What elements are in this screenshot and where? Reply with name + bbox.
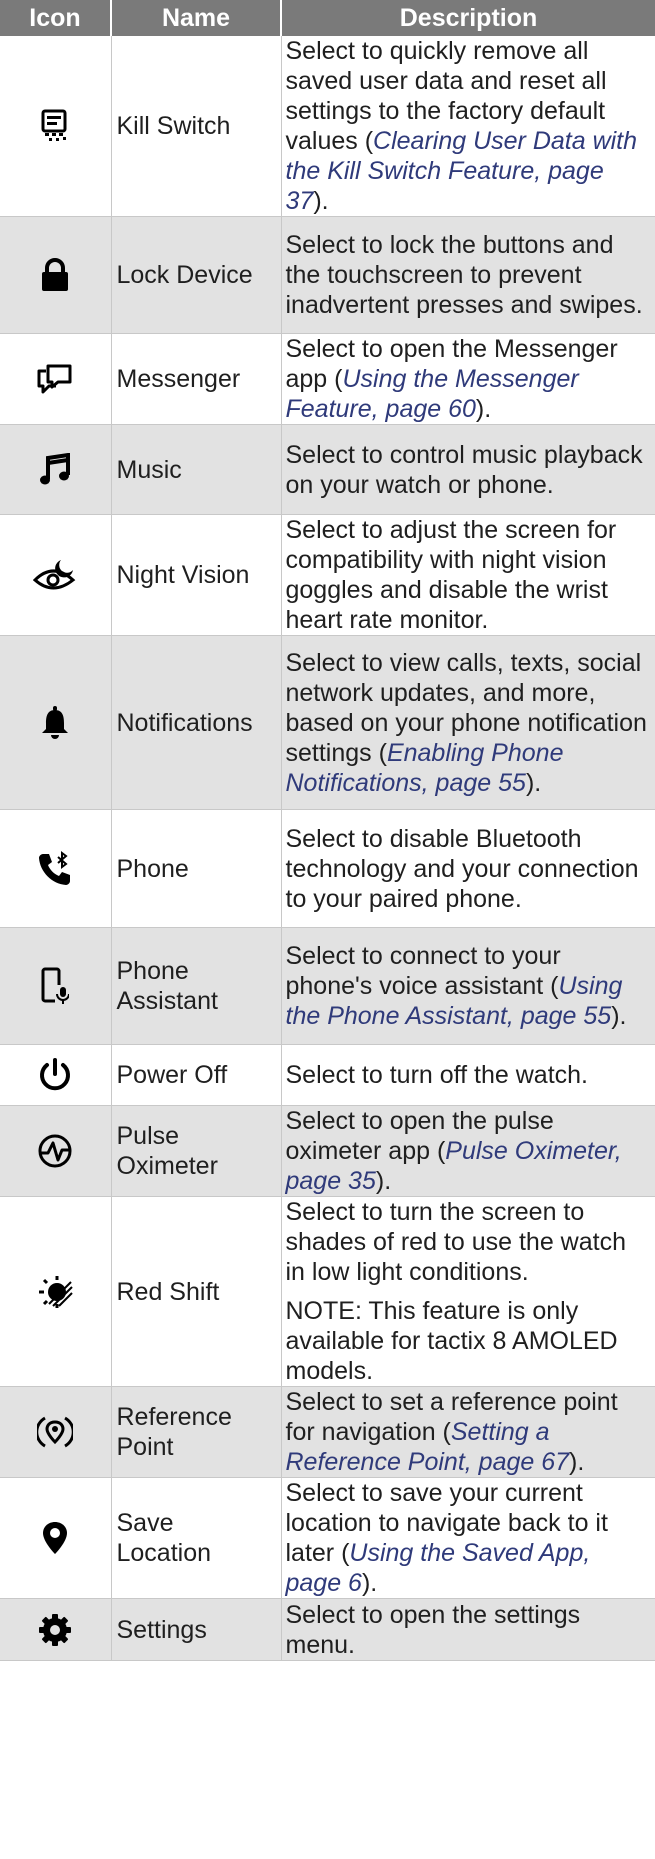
row-name: Phone Assistant: [111, 927, 282, 1045]
row-description: Select to adjust the screen for compatib…: [281, 514, 655, 636]
row-name: Pulse Oximeter: [111, 1105, 282, 1197]
pulse-oximeter-icon: [38, 1134, 72, 1168]
kill-switch-icon: [41, 109, 67, 141]
row-description: Select to open the Messenger app (Using …: [281, 333, 655, 425]
row-description: Select to open the settings menu.: [281, 1598, 655, 1661]
row-description: Select to open the pulse oximeter app (P…: [281, 1105, 655, 1197]
row-description: Select to connect to your phone's voice …: [281, 927, 655, 1045]
table-row: Red Shift Select to turn the screen to s…: [0, 1196, 655, 1387]
row-name: Music: [111, 424, 282, 515]
row-description: Select to save your current location to …: [281, 1477, 655, 1599]
controls-table: Icon Name Description Kill Switch Select…: [0, 0, 655, 1661]
phone-microphone-icon: [41, 967, 70, 1004]
table-row: Reference Point Select to set a referenc…: [0, 1386, 655, 1478]
row-name: Save Location: [111, 1477, 282, 1599]
header-description: Description: [281, 0, 655, 36]
row-description: Select to disable Bluetooth technology a…: [281, 809, 655, 928]
table-row: Settings Select to open the settings men…: [0, 1598, 655, 1661]
table-header-row: Icon Name Description: [0, 0, 655, 36]
table-row: Phone Assistant Select to connect to you…: [0, 927, 655, 1045]
row-name: Notifications: [111, 635, 282, 810]
table-row: Kill Switch Select to quickly remove all…: [0, 36, 655, 217]
row-description: Select to lock the buttons and the touch…: [281, 216, 655, 334]
row-name: Messenger: [111, 333, 282, 425]
lock-icon: [42, 258, 69, 291]
row-description: Select to view calls, texts, social netw…: [281, 635, 655, 810]
table-row: Lock Device Select to lock the buttons a…: [0, 216, 655, 334]
phone-bluetooth-icon: [39, 850, 71, 885]
messenger-icon: [37, 364, 72, 394]
night-vision-icon: [33, 560, 76, 590]
table-row: Power Off Select to turn off the watch.: [0, 1044, 655, 1106]
power-icon: [40, 1058, 71, 1091]
header-icon: Icon: [0, 0, 112, 36]
row-description: Select to quickly remove all saved user …: [281, 36, 655, 217]
row-description: Select to control music playback on your…: [281, 424, 655, 515]
table-row: Night Vision Select to adjust the screen…: [0, 514, 655, 636]
row-name: Red Shift: [111, 1196, 282, 1387]
row-name: Night Vision: [111, 514, 282, 636]
table-row: Save Location Select to save your curren…: [0, 1477, 655, 1599]
table-row: Pulse Oximeter Select to open the pulse …: [0, 1105, 655, 1197]
row-name: Phone: [111, 809, 282, 928]
note-text: NOTE: This feature is only available for…: [285, 1297, 618, 1385]
location-pin-icon: [43, 1522, 68, 1554]
reference-point-icon: [37, 1416, 74, 1448]
table-row: Music Select to control music playback o…: [0, 424, 655, 515]
bell-icon: [42, 705, 69, 739]
row-name: Settings: [111, 1598, 282, 1661]
row-description: Select to turn the screen to shades of r…: [281, 1196, 655, 1387]
table-row: Phone Select to disable Bluetooth techno…: [0, 809, 655, 928]
row-name: Lock Device: [111, 216, 282, 334]
music-note-icon: [40, 452, 71, 484]
red-shift-icon: [39, 1275, 73, 1308]
row-name: Power Off: [111, 1044, 282, 1106]
gear-icon: [39, 1613, 72, 1646]
row-name: Kill Switch: [111, 36, 282, 217]
row-name: Reference Point: [111, 1386, 282, 1478]
table-row: Messenger Select to open the Messenger a…: [0, 333, 655, 425]
table-row: Notifications Select to view calls, text…: [0, 635, 655, 810]
row-description: Select to turn off the watch.: [281, 1044, 655, 1106]
header-name: Name: [111, 0, 282, 36]
row-description: Select to set a reference point for navi…: [281, 1386, 655, 1478]
